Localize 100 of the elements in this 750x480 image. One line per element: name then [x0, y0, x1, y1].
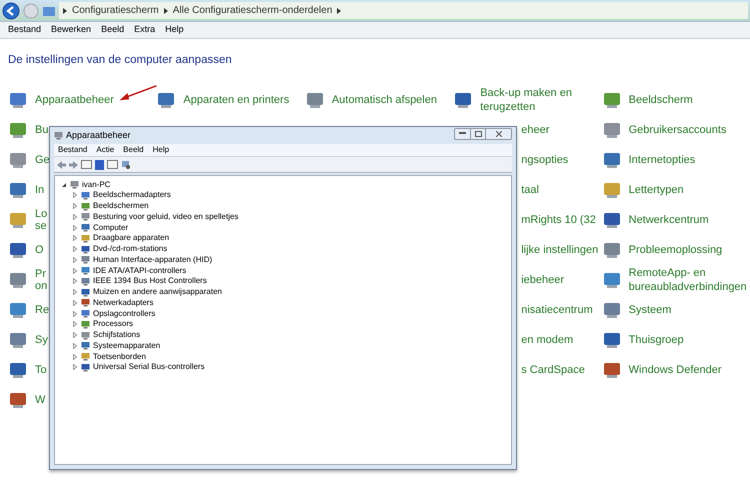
expand-icon[interactable]: [72, 256, 78, 263]
control-panel-link[interactable]: Probleemoplossing: [628, 243, 747, 257]
menu-item[interactable]: Beeld: [101, 23, 124, 37]
control-panel-link[interactable]: RemoteApp- en bureaubladverbindingen: [628, 266, 747, 294]
menu-item[interactable]: Help: [152, 144, 170, 156]
menu-item[interactable]: Beeld: [123, 144, 144, 156]
tree-item[interactable]: Systeemapparaten: [93, 340, 160, 351]
menu-item[interactable]: Extra: [134, 23, 156, 37]
tile-icon: [8, 150, 28, 170]
expand-icon[interactable]: [72, 268, 78, 274]
control-panel-link[interactable]: Windows Defender: [628, 363, 747, 377]
tree-item[interactable]: IEEE 1394 Bus Host Controllers: [93, 276, 207, 286]
tree-item[interactable]: Draagbare apparaten: [93, 233, 170, 244]
control-panel-link[interactable]: Internetopties: [628, 153, 747, 167]
device-icon: [81, 212, 90, 222]
device-icon: [81, 362, 90, 372]
expand-icon[interactable]: [72, 224, 78, 231]
menu-item[interactable]: Bestand: [8, 23, 42, 37]
tree-item[interactable]: ivan-PC: [82, 180, 110, 190]
expand-icon[interactable]: [72, 300, 78, 306]
control-panel-link[interactable]: Beeldscherm: [628, 93, 747, 107]
control-panel-link[interactable]: iebeheer: [521, 273, 564, 287]
tree-item[interactable]: Muizen en andere aanwijsapparaten: [93, 287, 222, 298]
expand-icon[interactable]: [72, 342, 78, 349]
tree-item[interactable]: Human Interface-apparaten (HID): [93, 254, 212, 265]
tree-item[interactable]: Beeldschermen: [93, 201, 149, 212]
control-panel-link[interactable]: Apparaten en printers: [183, 93, 302, 107]
tree-item[interactable]: Dvd-/cd-rom-stations: [93, 244, 168, 254]
device-icon: [81, 341, 90, 350]
expand-icon[interactable]: [72, 278, 78, 284]
expand-icon[interactable]: [72, 354, 78, 360]
control-panel-link[interactable]: Back-up maken en terugzetten: [480, 86, 598, 114]
control-panel-link[interactable]: Lettertypen: [628, 183, 747, 197]
expand-icon[interactable]: [72, 235, 78, 242]
menu-item[interactable]: Help: [165, 23, 184, 37]
tile-icon: [602, 240, 622, 260]
control-panel-link[interactable]: Re: [35, 304, 48, 316]
tree-item[interactable]: Processors: [93, 319, 134, 330]
back-icon[interactable]: [2, 2, 20, 20]
control-panel-link[interactable]: mRights 10 (32: [521, 213, 596, 227]
chevron-icon: [164, 8, 168, 14]
control-panel-link[interactable]: en modem: [521, 333, 574, 347]
menu-item[interactable]: Actie: [96, 144, 114, 156]
tree-item[interactable]: Computer: [93, 222, 128, 233]
window-title: Apparaatbeheer: [66, 128, 131, 142]
tree-item[interactable]: Universal Serial Bus-controllers: [93, 362, 205, 372]
tree-item[interactable]: IDE ATA/ATAPI-controllers: [93, 266, 186, 276]
control-panel-link[interactable]: Apparaatbeheer: [35, 93, 153, 107]
expand-icon[interactable]: [72, 332, 78, 338]
control-panel-link[interactable]: In: [35, 184, 48, 196]
control-panel-link[interactable]: eheer: [521, 123, 550, 137]
expand-icon[interactable]: [72, 310, 78, 317]
expand-icon[interactable]: [72, 321, 78, 328]
tree-item[interactable]: Netwerkadapters: [93, 298, 154, 308]
tree-item[interactable]: Besturing voor geluid, video en spelletjes: [93, 212, 238, 222]
expand-icon[interactable]: [72, 203, 78, 210]
tile-icon: [8, 90, 28, 110]
control-panel-link[interactable]: Thuisgroep: [628, 333, 747, 347]
control-panel-link[interactable]: Ge: [35, 154, 48, 166]
tree-item[interactable]: Beeldschermadapters: [93, 190, 171, 200]
expand-icon[interactable]: [72, 246, 78, 252]
control-panel-link[interactable]: O: [35, 244, 48, 256]
expand-icon[interactable]: [72, 214, 78, 220]
maximize-button[interactable]: [470, 128, 485, 139]
forward-icon[interactable]: [23, 2, 39, 18]
expand-icon[interactable]: [72, 364, 78, 370]
control-panel-link[interactable]: Automatisch afspelen: [332, 93, 450, 107]
control-panel-link[interactable]: s CardSpace: [521, 363, 585, 377]
tree-item[interactable]: Opslagcontrollers: [93, 308, 156, 319]
tile-icon: [156, 90, 176, 110]
control-panel-link[interactable]: lijke instellingen: [521, 243, 598, 257]
tree-item[interactable]: Schijfstations: [93, 330, 140, 340]
control-panel-link[interactable]: taal: [521, 183, 539, 197]
forward-icon[interactable]: [69, 160, 78, 168]
breadcrumb[interactable]: Configuratiescherm: [72, 3, 159, 18]
control-panel-link[interactable]: To: [35, 364, 48, 376]
control-panel-link[interactable]: Lo se: [35, 208, 48, 232]
collapse-icon[interactable]: [61, 182, 67, 188]
tree-item[interactable]: Toetsenborden: [93, 352, 146, 362]
device-icon: [81, 255, 90, 264]
panel-icon[interactable]: [81, 160, 92, 169]
control-panel-link[interactable]: Gebruikersaccounts: [628, 123, 747, 137]
control-panel-link[interactable]: Systeem: [628, 303, 747, 317]
control-panel-link[interactable]: nisatiecentrum: [521, 303, 593, 317]
control-panel-link[interactable]: Netwerkcentrum: [628, 213, 747, 227]
device-icon: [70, 180, 79, 189]
chevron-icon: [63, 8, 67, 14]
device-icon: [81, 223, 90, 232]
control-panel-link[interactable]: Bu: [35, 124, 48, 136]
control-panel-link[interactable]: ngsopties: [521, 153, 568, 167]
menu-item[interactable]: Bestand: [58, 144, 88, 156]
control-panel-link[interactable]: W: [35, 394, 48, 406]
device-icon: [81, 276, 90, 286]
control-panel-link[interactable]: Sy: [35, 334, 48, 346]
breadcrumb[interactable]: Alle Configuratiescherm-onderdelen: [172, 3, 332, 18]
expand-icon[interactable]: [72, 289, 78, 296]
menu-item[interactable]: Bewerken: [51, 23, 92, 37]
panel-icon[interactable]: [107, 160, 118, 169]
control-panel-link[interactable]: Pr on: [35, 268, 48, 292]
expand-icon[interactable]: [72, 192, 78, 198]
